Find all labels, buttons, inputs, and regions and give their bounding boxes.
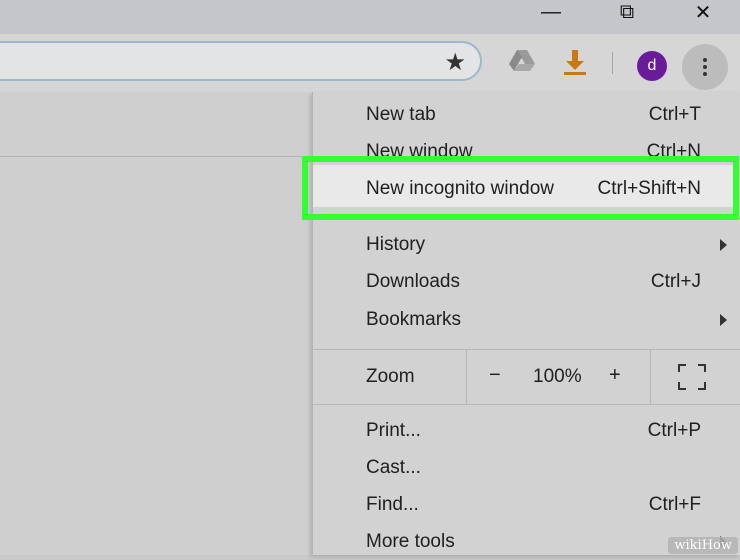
menu-item-print[interactable]: Print... Ctrl+P: [313, 413, 740, 449]
submenu-arrow-icon: [720, 314, 727, 326]
watermark-logo: wikiHow: [668, 537, 738, 554]
more-icon: [703, 58, 707, 62]
menu-item-label: Find...: [366, 494, 419, 515]
menu-item-label: Downloads: [366, 271, 460, 292]
menu-item-history[interactable]: History: [313, 227, 740, 263]
bookmark-star-icon[interactable]: ★: [444, 48, 466, 77]
menu-item-cast[interactable]: Cast...: [313, 450, 740, 486]
address-bar[interactable]: ★: [0, 41, 482, 81]
submenu-arrow-icon: [720, 239, 727, 251]
zoom-row: Zoom − 100% +: [313, 350, 740, 404]
title-bar: — ⧉ ✕: [0, 0, 740, 34]
menu-item-label: New tab: [366, 104, 436, 125]
browser-toolbar: ★ d: [0, 34, 740, 92]
menu-item-shortcut: Ctrl+T: [648, 104, 701, 125]
restore-icon: ⧉: [619, 0, 635, 23]
menu-divider: [313, 404, 740, 405]
profile-avatar[interactable]: d: [637, 51, 667, 81]
highlight-annotation: [302, 156, 739, 220]
fullscreen-button[interactable]: [677, 363, 707, 396]
more-icon-dot: [703, 65, 707, 69]
minimize-button[interactable]: —: [528, 0, 574, 24]
close-icon: ✕: [694, 1, 712, 24]
menu-item-shortcut: Ctrl+F: [648, 494, 701, 515]
menu-item-label: More tools: [366, 531, 455, 552]
zoom-value: 100%: [533, 366, 582, 387]
menu-item-find[interactable]: Find... Ctrl+F: [313, 487, 740, 523]
zoom-in-button[interactable]: +: [609, 364, 621, 387]
minimize-icon: —: [541, 0, 561, 23]
menu-item-downloads[interactable]: Downloads Ctrl+J: [313, 264, 740, 300]
menu-item-new-tab[interactable]: New tab Ctrl+T: [313, 97, 740, 133]
menu-item-label: Bookmarks: [366, 309, 462, 330]
more-menu-button[interactable]: [682, 44, 728, 90]
close-button[interactable]: ✕: [680, 0, 726, 24]
download-icon[interactable]: [562, 48, 588, 76]
zoom-out-button[interactable]: −: [489, 364, 501, 387]
menu-item-shortcut: Ctrl+P: [647, 420, 701, 441]
menu-item-label: Cast...: [366, 457, 421, 478]
menu-item-bookmarks[interactable]: Bookmarks: [313, 302, 740, 338]
toolbar-separator: [612, 52, 613, 74]
zoom-label: Zoom: [366, 366, 415, 387]
menu-item-label: History: [366, 234, 426, 255]
avatar-letter: d: [647, 57, 657, 74]
menu-item-shortcut: Ctrl+J: [650, 271, 701, 292]
zoom-divider: [650, 350, 651, 404]
restore-button[interactable]: ⧉: [604, 0, 650, 24]
fullscreen-icon: [678, 364, 706, 390]
more-icon-dot: [703, 72, 707, 76]
page-divider: [0, 156, 312, 157]
google-drive-icon[interactable]: [508, 48, 536, 72]
menu-item-label: Print...: [366, 420, 421, 441]
zoom-divider: [466, 350, 467, 404]
